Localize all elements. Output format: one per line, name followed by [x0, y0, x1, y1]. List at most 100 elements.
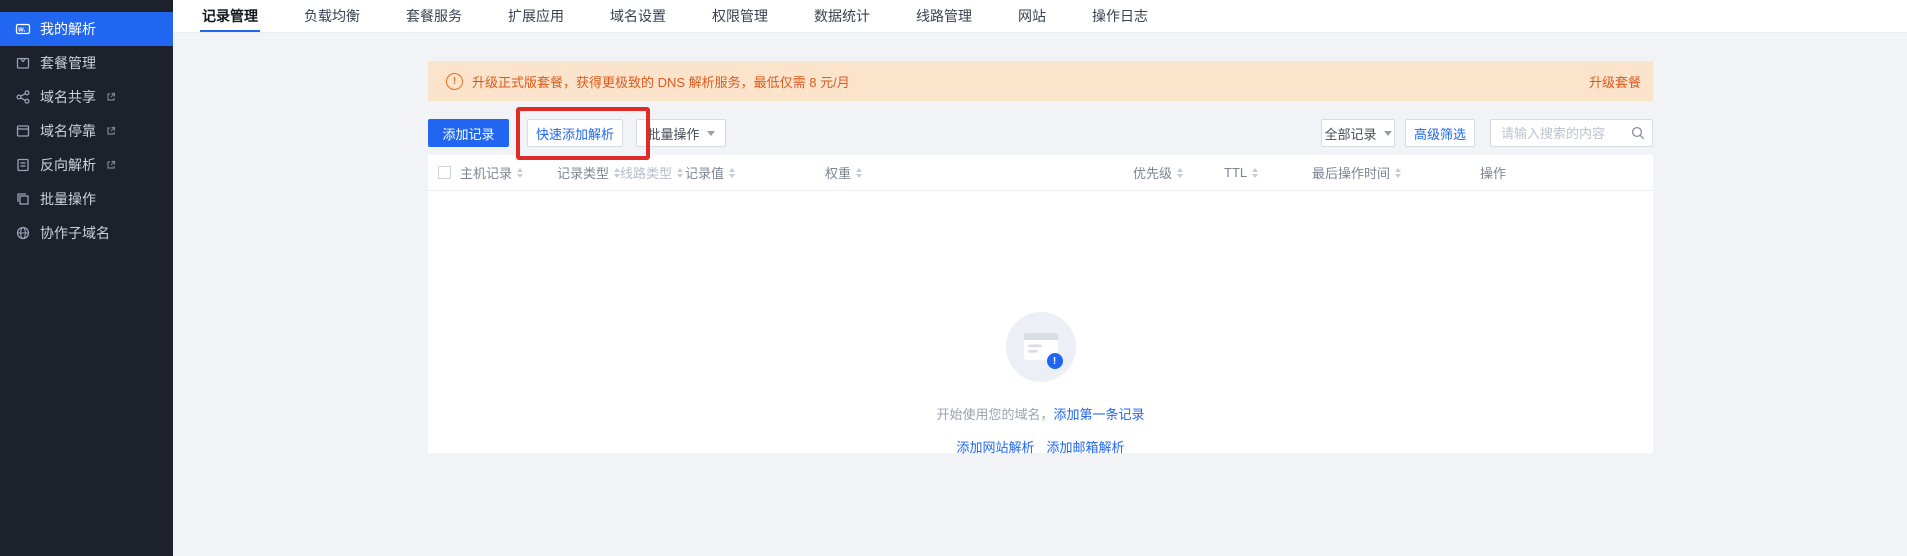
- tab-record-management[interactable]: 记录管理: [202, 0, 258, 32]
- column-label: 主机记录: [460, 163, 512, 182]
- column-header-last-operation-time[interactable]: 最后操作时间: [1312, 155, 1401, 190]
- column-label: 优先级: [1133, 163, 1172, 182]
- tab-operation-log[interactable]: 操作日志: [1092, 0, 1148, 32]
- share-icon: [15, 89, 31, 105]
- sidebar-item-label: 套餐管理: [40, 53, 96, 73]
- external-link-icon: [106, 160, 116, 170]
- column-header-line-type[interactable]: 线路类型: [620, 155, 683, 190]
- column-header-host-record[interactable]: 主机记录: [460, 155, 523, 190]
- package-icon: [15, 55, 31, 71]
- column-label: 记录值: [685, 163, 724, 182]
- sidebar-item-label: 域名共享: [40, 87, 96, 107]
- tab-extensions[interactable]: 扩展应用: [508, 0, 564, 32]
- column-label: TTL: [1224, 165, 1247, 180]
- tab-plan-service[interactable]: 套餐服务: [406, 0, 462, 32]
- add-first-record-link[interactable]: 添加第一条记录: [1054, 407, 1145, 422]
- sidebar-item-domain-sharing[interactable]: 域名共享: [0, 80, 173, 114]
- tab-label: 套餐服务: [406, 6, 462, 26]
- empty-state: ! 开始使用您的域名，添加第一条记录 添加网站解析 添加邮箱解析: [428, 312, 1653, 456]
- batch-operations-label: 批量操作: [647, 124, 699, 143]
- column-label: 最后操作时间: [1312, 163, 1390, 182]
- sort-icon[interactable]: [1395, 168, 1401, 178]
- tab-label: 权限管理: [712, 6, 768, 26]
- sidebar: w. 我的解析 套餐管理 域名共享: [0, 0, 173, 556]
- dns-console-page: w. 我的解析 套餐管理 域名共享: [0, 0, 1907, 556]
- banner-text: 升级正式版套餐，获得更极致的 DNS 解析服务，最低仅需 8 元/月: [472, 72, 850, 91]
- column-header-weight[interactable]: 权重: [825, 155, 862, 190]
- column-label: 记录类型: [557, 163, 609, 182]
- table-header-row: 主机记录 记录类型 线路类型 记录值 权重 优先级: [428, 155, 1653, 191]
- sidebar-item-label: 我的解析: [40, 19, 96, 39]
- external-link-icon: [106, 126, 116, 136]
- sidebar-item-collaborative-subdomain[interactable]: 协作子域名: [0, 216, 173, 250]
- sidebar-item-my-resolution[interactable]: w. 我的解析: [0, 12, 173, 46]
- sort-icon[interactable]: [517, 168, 523, 178]
- external-link-icon: [106, 92, 116, 102]
- column-header-actions: 操作: [1480, 155, 1506, 190]
- sidebar-item-batch-operations[interactable]: 批量操作: [0, 182, 173, 216]
- sidebar-item-domain-parking[interactable]: 域名停靠: [0, 114, 173, 148]
- tab-data-statistics[interactable]: 数据统计: [814, 0, 870, 32]
- add-website-resolution-link[interactable]: 添加网站解析: [956, 437, 1034, 456]
- parking-icon: [15, 123, 31, 139]
- empty-state-message: 开始使用您的域名，添加第一条记录: [428, 404, 1653, 423]
- empty-state-links: 添加网站解析 添加邮箱解析: [428, 437, 1653, 456]
- select-all-checkbox[interactable]: [438, 166, 451, 179]
- quick-add-resolution-button[interactable]: 快速添加解析: [527, 119, 623, 147]
- records-table: 主机记录 记录类型 线路类型 记录值 权重 优先级: [428, 155, 1653, 453]
- tab-permission-management[interactable]: 权限管理: [712, 0, 768, 32]
- tab-line-management[interactable]: 线路管理: [916, 0, 972, 32]
- sort-icon[interactable]: [856, 168, 862, 178]
- sidebar-item-label: 域名停靠: [40, 121, 96, 141]
- tab-label: 操作日志: [1092, 6, 1148, 26]
- column-label: 权重: [825, 163, 851, 182]
- chevron-down-icon: [1384, 131, 1392, 136]
- batch-icon: [15, 191, 31, 207]
- tab-label: 扩展应用: [508, 6, 564, 26]
- resolution-icon: w.: [15, 21, 31, 37]
- add-record-button[interactable]: 添加记录: [428, 119, 509, 147]
- tab-label: 线路管理: [916, 6, 972, 26]
- column-label: 操作: [1480, 163, 1506, 182]
- sidebar-item-label: 协作子域名: [40, 223, 110, 243]
- sidebar-item-label: 批量操作: [40, 189, 96, 209]
- add-mail-resolution-link[interactable]: 添加邮箱解析: [1047, 437, 1125, 456]
- batch-operations-dropdown[interactable]: 批量操作: [636, 119, 726, 147]
- empty-records-icon: !: [1006, 312, 1076, 382]
- search-input[interactable]: [1490, 119, 1653, 147]
- search-icon[interactable]: [1631, 126, 1645, 140]
- sort-icon[interactable]: [729, 168, 735, 178]
- tab-label: 域名设置: [610, 6, 666, 26]
- column-header-ttl[interactable]: TTL: [1224, 155, 1258, 190]
- toolbar: 添加记录 快速添加解析 批量操作 全部记录 高级筛选: [428, 119, 1653, 147]
- column-label: 线路类型: [620, 163, 672, 182]
- tab-website[interactable]: 网站: [1018, 0, 1046, 32]
- alert-badge-icon: !: [1047, 353, 1063, 369]
- advanced-filter-button[interactable]: 高级筛选: [1405, 119, 1475, 147]
- sidebar-item-plan-management[interactable]: 套餐管理: [0, 46, 173, 80]
- sort-icon[interactable]: [677, 168, 683, 178]
- tab-label: 记录管理: [202, 6, 258, 26]
- tab-load-balance[interactable]: 负载均衡: [304, 0, 360, 32]
- upgrade-banner: ! 升级正式版套餐，获得更极致的 DNS 解析服务，最低仅需 8 元/月 升级套…: [428, 61, 1653, 101]
- column-header-record-type[interactable]: 记录类型: [557, 155, 620, 190]
- sort-icon[interactable]: [1177, 168, 1183, 178]
- svg-text:w.: w.: [17, 27, 25, 34]
- record-filter-dropdown[interactable]: 全部记录: [1321, 119, 1395, 147]
- tab-label: 网站: [1018, 6, 1046, 26]
- tab-label: 数据统计: [814, 6, 870, 26]
- column-header-record-value[interactable]: 记录值: [685, 155, 735, 190]
- record-filter-label: 全部记录: [1325, 124, 1377, 143]
- globe-icon: [15, 225, 31, 241]
- tab-label: 负载均衡: [304, 6, 360, 26]
- sort-icon[interactable]: [1252, 168, 1258, 178]
- column-header-priority[interactable]: 优先级: [1133, 155, 1183, 190]
- tab-bar: 记录管理 负载均衡 套餐服务 扩展应用 域名设置 权限管理 数据统计 线路管理 …: [173, 0, 1907, 33]
- empty-message-text: 开始使用您的域名，: [936, 407, 1053, 422]
- chevron-down-icon: [707, 131, 715, 136]
- upgrade-plan-link[interactable]: 升级套餐: [1589, 72, 1641, 91]
- tab-domain-settings[interactable]: 域名设置: [610, 0, 666, 32]
- sidebar-item-reverse-resolution[interactable]: 反向解析: [0, 148, 173, 182]
- warning-icon: !: [446, 73, 463, 90]
- reverse-icon: [15, 157, 31, 173]
